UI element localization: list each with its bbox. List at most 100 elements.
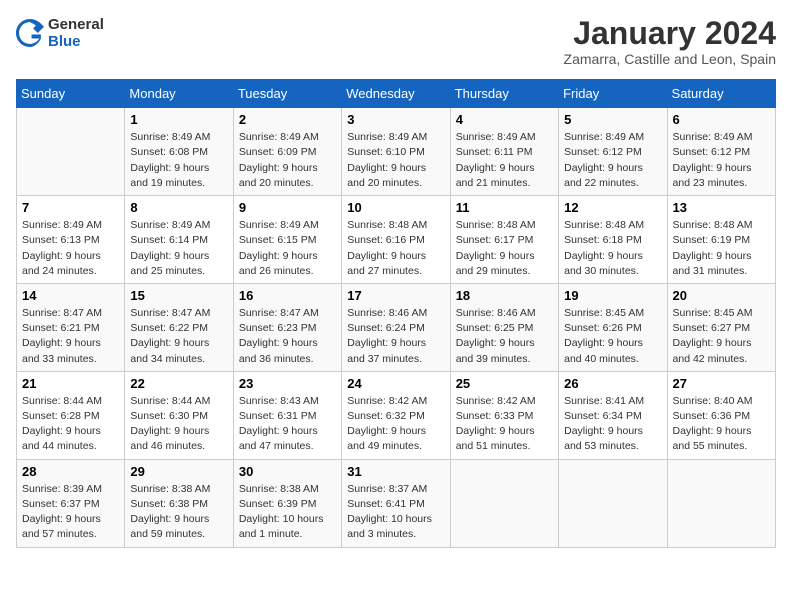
calendar-cell: 30 Sunrise: 8:38 AMSunset: 6:39 PMDayligh… bbox=[233, 459, 341, 547]
calendar-cell bbox=[17, 108, 125, 196]
day-info: Sunrise: 8:47 AMSunset: 6:23 PMDaylight:… bbox=[239, 306, 336, 367]
day-info: Sunrise: 8:44 AMSunset: 6:28 PMDaylight:… bbox=[22, 394, 119, 455]
day-number: 2 bbox=[239, 112, 336, 127]
calendar-cell: 17Sunrise: 8:46 AMSunset: 6:24 PMDayligh… bbox=[342, 283, 450, 371]
calendar-cell: 27Sunrise: 8:40 AMSunset: 6:36 PMDayligh… bbox=[667, 371, 775, 459]
day-info: Sunrise: 8:48 AMSunset: 6:16 PMDaylight:… bbox=[347, 218, 444, 279]
day-number: 1 bbox=[130, 112, 227, 127]
day-number: 21 bbox=[22, 376, 119, 391]
day-info: Sunrise: 8:43 AMSunset: 6:31 PMDaylight:… bbox=[239, 394, 336, 455]
calendar-cell: 7Sunrise: 8:49 AMSunset: 6:13 PMDaylight… bbox=[17, 196, 125, 284]
day-info: Sunrise: 8:49 AMSunset: 6:12 PMDaylight:… bbox=[673, 130, 770, 191]
day-number: 25 bbox=[456, 376, 553, 391]
calendar-week-row: 7Sunrise: 8:49 AMSunset: 6:13 PMDaylight… bbox=[17, 196, 776, 284]
day-number: 8 bbox=[130, 200, 227, 215]
header-sunday: Sunday bbox=[17, 80, 125, 108]
day-info: Sunrise: 8:45 AMSunset: 6:26 PMDaylight:… bbox=[564, 306, 661, 367]
day-number: 9 bbox=[239, 200, 336, 215]
day-number: 31 bbox=[347, 464, 444, 479]
calendar-cell: 10 Sunrise: 8:48 AMSunset: 6:16 PMDayligh… bbox=[342, 196, 450, 284]
day-number: 13 bbox=[673, 200, 770, 215]
calendar-cell: 15 Sunrise: 8:47 AMSunset: 6:22 PMDayligh… bbox=[125, 283, 233, 371]
calendar-cell bbox=[559, 459, 667, 547]
day-number: 7 bbox=[22, 200, 119, 215]
day-number: 15 bbox=[130, 288, 227, 303]
calendar-cell: 4Sunrise: 8:49 AMSunset: 6:11 PMDaylight… bbox=[450, 108, 558, 196]
generalblue-logo-icon bbox=[16, 19, 44, 47]
calendar-cell: 8Sunrise: 8:49 AMSunset: 6:14 PMDaylight… bbox=[125, 196, 233, 284]
day-number: 16 bbox=[239, 288, 336, 303]
day-info: Sunrise: 8:49 AMSunset: 6:09 PMDaylight:… bbox=[239, 130, 336, 191]
day-number: 20 bbox=[673, 288, 770, 303]
header-thursday: Thursday bbox=[450, 80, 558, 108]
calendar-cell: 24 Sunrise: 8:42 AMSunset: 6:32 PMDayligh… bbox=[342, 371, 450, 459]
calendar-cell: 31 Sunrise: 8:37 AMSunset: 6:41 PMDayligh… bbox=[342, 459, 450, 547]
calendar-cell: 3 Sunrise: 8:49 AMSunset: 6:10 PMDaylight… bbox=[342, 108, 450, 196]
day-info: Sunrise: 8:47 AMSunset: 6:21 PMDaylight:… bbox=[22, 306, 119, 367]
day-info: Sunrise: 8:47 AMSunset: 6:22 PMDaylight:… bbox=[130, 306, 227, 367]
day-number: 18 bbox=[456, 288, 553, 303]
day-info: Sunrise: 8:48 AMSunset: 6:18 PMDaylight:… bbox=[564, 218, 661, 279]
calendar-week-row: 28 Sunrise: 8:39 AMSunset: 6:37 PMDayligh… bbox=[17, 459, 776, 547]
calendar-cell: 13Sunrise: 8:48 AMSunset: 6:19 PMDayligh… bbox=[667, 196, 775, 284]
calendar-cell: 19 Sunrise: 8:45 AMSunset: 6:26 PMDayligh… bbox=[559, 283, 667, 371]
calendar-cell: 20 Sunrise: 8:45 AMSunset: 6:27 PMDayligh… bbox=[667, 283, 775, 371]
calendar-cell: 18 Sunrise: 8:46 AMSunset: 6:25 PMDayligh… bbox=[450, 283, 558, 371]
day-info: Sunrise: 8:39 AMSunset: 6:37 PMDaylight:… bbox=[22, 482, 119, 543]
header-friday: Friday bbox=[559, 80, 667, 108]
day-number: 3 bbox=[347, 112, 444, 127]
day-info: Sunrise: 8:49 AMSunset: 6:10 PMDaylight:… bbox=[347, 130, 444, 191]
calendar-cell bbox=[450, 459, 558, 547]
day-info: Sunrise: 8:37 AMSunset: 6:41 PMDaylight:… bbox=[347, 482, 444, 543]
calendar-week-row: 1 Sunrise: 8:49 AMSunset: 6:08 PMDaylight… bbox=[17, 108, 776, 196]
calendar-cell: 1 Sunrise: 8:49 AMSunset: 6:08 PMDaylight… bbox=[125, 108, 233, 196]
logo: General Blue bbox=[16, 16, 104, 50]
header-wednesday: Wednesday bbox=[342, 80, 450, 108]
day-number: 19 bbox=[564, 288, 661, 303]
day-info: Sunrise: 8:38 AMSunset: 6:39 PMDaylight:… bbox=[239, 482, 336, 543]
day-info: Sunrise: 8:42 AMSunset: 6:32 PMDaylight:… bbox=[347, 394, 444, 455]
day-info: Sunrise: 8:42 AMSunset: 6:33 PMDaylight:… bbox=[456, 394, 553, 455]
day-number: 23 bbox=[239, 376, 336, 391]
day-info: Sunrise: 8:46 AMSunset: 6:24 PMDaylight:… bbox=[347, 306, 444, 367]
day-info: Sunrise: 8:45 AMSunset: 6:27 PMDaylight:… bbox=[673, 306, 770, 367]
day-info: Sunrise: 8:46 AMSunset: 6:25 PMDaylight:… bbox=[456, 306, 553, 367]
day-number: 28 bbox=[22, 464, 119, 479]
day-info: Sunrise: 8:49 AMSunset: 6:15 PMDaylight:… bbox=[239, 218, 336, 279]
day-number: 10 bbox=[347, 200, 444, 215]
month-title: January 2024 bbox=[564, 16, 776, 51]
location-subtitle: Zamarra, Castille and Leon, Spain bbox=[564, 51, 776, 67]
calendar-cell: 6 Sunrise: 8:49 AMSunset: 6:12 PMDaylight… bbox=[667, 108, 775, 196]
page-header: General Blue January 2024 Zamarra, Casti… bbox=[16, 16, 776, 67]
header-monday: Monday bbox=[125, 80, 233, 108]
day-number: 14 bbox=[22, 288, 119, 303]
day-info: Sunrise: 8:41 AMSunset: 6:34 PMDaylight:… bbox=[564, 394, 661, 455]
calendar-week-row: 14 Sunrise: 8:47 AMSunset: 6:21 PMDayligh… bbox=[17, 283, 776, 371]
calendar-cell: 14 Sunrise: 8:47 AMSunset: 6:21 PMDayligh… bbox=[17, 283, 125, 371]
calendar-cell: 25 Sunrise: 8:42 AMSunset: 6:33 PMDayligh… bbox=[450, 371, 558, 459]
calendar-cell: 21 Sunrise: 8:44 AMSunset: 6:28 PMDayligh… bbox=[17, 371, 125, 459]
day-info: Sunrise: 8:49 AMSunset: 6:08 PMDaylight:… bbox=[130, 130, 227, 191]
day-info: Sunrise: 8:48 AMSunset: 6:17 PMDaylight:… bbox=[456, 218, 553, 279]
calendar-cell: 12 Sunrise: 8:48 AMSunset: 6:18 PMDayligh… bbox=[559, 196, 667, 284]
day-number: 27 bbox=[673, 376, 770, 391]
calendar-cell: 29 Sunrise: 8:38 AMSunset: 6:38 PMDayligh… bbox=[125, 459, 233, 547]
day-number: 12 bbox=[564, 200, 661, 215]
calendar-cell: 16 Sunrise: 8:47 AMSunset: 6:23 PMDayligh… bbox=[233, 283, 341, 371]
day-number: 11 bbox=[456, 200, 553, 215]
day-number: 29 bbox=[130, 464, 227, 479]
calendar-cell: 5Sunrise: 8:49 AMSunset: 6:12 PMDaylight… bbox=[559, 108, 667, 196]
calendar-week-row: 21 Sunrise: 8:44 AMSunset: 6:28 PMDayligh… bbox=[17, 371, 776, 459]
calendar-cell: 22Sunrise: 8:44 AMSunset: 6:30 PMDayligh… bbox=[125, 371, 233, 459]
header-saturday: Saturday bbox=[667, 80, 775, 108]
day-info: Sunrise: 8:38 AMSunset: 6:38 PMDaylight:… bbox=[130, 482, 227, 543]
day-number: 6 bbox=[673, 112, 770, 127]
day-number: 24 bbox=[347, 376, 444, 391]
calendar-cell: 2 Sunrise: 8:49 AMSunset: 6:09 PMDaylight… bbox=[233, 108, 341, 196]
day-number: 30 bbox=[239, 464, 336, 479]
calendar-header-row: SundayMondayTuesdayWednesdayThursdayFrid… bbox=[17, 80, 776, 108]
day-number: 26 bbox=[564, 376, 661, 391]
day-info: Sunrise: 8:44 AMSunset: 6:30 PMDaylight:… bbox=[130, 394, 227, 455]
calendar-cell: 23 Sunrise: 8:43 AMSunset: 6:31 PMDayligh… bbox=[233, 371, 341, 459]
calendar-cell: 9 Sunrise: 8:49 AMSunset: 6:15 PMDaylight… bbox=[233, 196, 341, 284]
